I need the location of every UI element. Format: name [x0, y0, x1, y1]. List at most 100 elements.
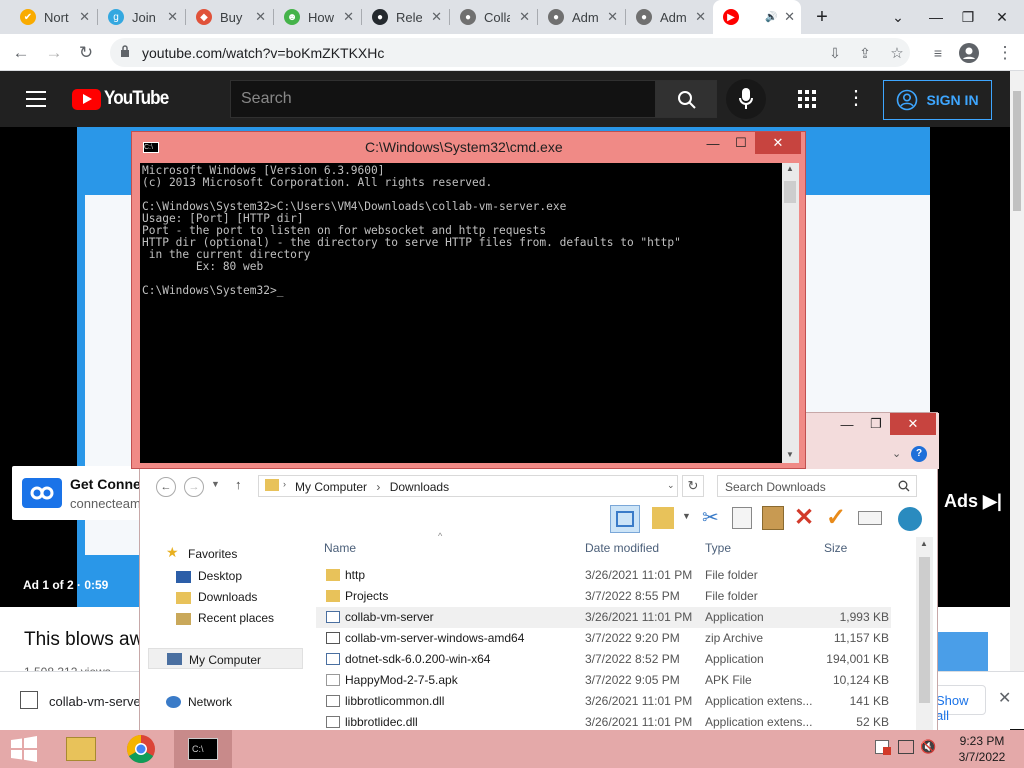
browser-tab[interactable]: ● Colla ✕	[450, 0, 536, 34]
tab-close-icon[interactable]: ✕	[695, 9, 706, 25]
file-list-scrollbar-thumb[interactable]	[919, 557, 930, 703]
tab-audio-icon[interactable]: 🔊	[765, 12, 777, 23]
cmd-console[interactable]: Microsoft Windows [Version 6.3.9600] (c) …	[140, 163, 782, 463]
new-tab-button[interactable]: +	[800, 0, 844, 34]
media-queue-icon[interactable]: ≡	[925, 40, 951, 66]
ad-promo-card[interactable]: Get Conne connecteam	[12, 466, 142, 520]
browser-tab[interactable]: ● Rele ✕	[362, 0, 448, 34]
cmd-minimize-button[interactable]: —	[698, 132, 728, 154]
forward-icon[interactable]: →	[41, 40, 67, 66]
close-downloads-icon[interactable]: ✕	[998, 688, 1011, 708]
recent-locations-icon[interactable]: ▼	[211, 479, 220, 489]
nav-downloads[interactable]: Downloads	[198, 590, 257, 604]
up-folder-icon[interactable]: ↑	[235, 477, 242, 492]
file-row[interactable]: libbrotlicommon.dll 3/26/2021 11:01 PM App…	[316, 691, 891, 712]
nav-desktop[interactable]: Desktop	[198, 569, 242, 583]
paste-icon[interactable]	[762, 506, 784, 530]
profile-icon[interactable]	[956, 40, 982, 66]
copy-icon[interactable]	[732, 507, 752, 529]
tab-close-icon[interactable]: ✕	[519, 9, 530, 25]
nav-network[interactable]: Network	[188, 695, 232, 709]
cut-icon[interactable]: ✂	[702, 505, 719, 530]
tab-close-icon[interactable]: ✕	[607, 9, 618, 25]
scrollbar-thumb[interactable]	[1013, 91, 1021, 211]
explorer-forward-button[interactable]: →	[184, 477, 204, 497]
page-scrollbar[interactable]	[1010, 71, 1024, 671]
file-row[interactable]: dotnet-sdk-6.0.200-win-x64 3/7/2022 8:52 …	[316, 649, 891, 670]
bookmark-star-icon[interactable]: ☆	[884, 40, 910, 66]
reload-icon[interactable]: ↻	[73, 40, 99, 66]
browser-tab[interactable]: ☻ How ✕	[274, 0, 360, 34]
taskbar-chrome[interactable]	[112, 730, 170, 768]
search-button[interactable]	[655, 80, 717, 118]
skip-ads-button[interactable]: Ads ▶|	[944, 491, 1002, 512]
taskbar-clock[interactable]: 9:23 PM 3/7/2022	[952, 733, 1012, 765]
taskbar-file-explorer[interactable]	[52, 730, 110, 768]
tab-close-icon[interactable]: ✕	[79, 9, 90, 25]
browser-tab[interactable]: ✔ Nort ✕	[10, 0, 96, 34]
volume-muted-icon[interactable]: 🔇	[920, 739, 936, 755]
download-item[interactable]: collab-vm-serve	[49, 694, 141, 709]
file-row[interactable]: Projects 3/7/2022 8:55 PM File folder	[316, 586, 891, 607]
file-row[interactable]: http 3/26/2021 11:01 PM File folder	[316, 565, 891, 586]
folder-options-icon[interactable]	[652, 507, 674, 529]
window-close-button[interactable]: ✕	[980, 0, 1024, 34]
address-bar[interactable]: youtube.com/watch?v=boKmZKTKXHc	[110, 38, 910, 67]
search-input[interactable]: Search	[230, 80, 656, 118]
browser-tab[interactable]: ● Adm ✕	[626, 0, 712, 34]
column-header-type[interactable]: Type	[705, 541, 731, 555]
ad-thumbnail[interactable]	[938, 632, 988, 672]
file-row[interactable]: collab-vm-server-windows-amd64 3/7/2022 9…	[316, 628, 891, 649]
cmd-scrollbar[interactable]: ▲ ▼	[782, 163, 799, 463]
browser-tab[interactable]: g Join ✕	[98, 0, 184, 34]
back-icon[interactable]: ←	[8, 40, 34, 66]
network-status-icon[interactable]	[898, 740, 914, 754]
tab-close-icon[interactable]: ✕	[167, 9, 178, 25]
install-icon[interactable]: ⇩	[822, 40, 848, 66]
cmd-scroll-down-icon[interactable]: ▼	[786, 450, 794, 459]
nav-my-computer-row[interactable]: My Computer	[148, 648, 303, 669]
cmd-scrollbar-thumb[interactable]	[784, 181, 796, 203]
folder-options-dropdown-icon[interactable]: ▼	[682, 511, 691, 521]
settings-more-icon[interactable]: ⋮	[846, 85, 866, 110]
cmd-maximize-button[interactable]: ☐	[728, 132, 754, 154]
explorer-maximize-button[interactable]: ❐	[862, 413, 890, 435]
column-header-date[interactable]: Date modified	[585, 541, 659, 555]
tab-close-icon[interactable]: ✕	[255, 9, 266, 25]
rename-icon[interactable]	[858, 511, 882, 525]
tab-close-icon[interactable]: ✕	[431, 9, 442, 25]
file-list-scrollbar[interactable]: ▲	[916, 537, 933, 733]
column-header-size[interactable]: Size	[824, 541, 847, 555]
file-row[interactable]: collab-vm-server 3/26/2021 11:01 PM Applic…	[316, 607, 891, 628]
file-row[interactable]: HappyMod-2-7-5.apk 3/7/2022 9:05 PM APK Fi…	[316, 670, 891, 691]
browser-tab[interactable]: ▶ 🔊 ✕	[713, 0, 801, 34]
start-button[interactable]	[0, 730, 48, 768]
nav-favorites[interactable]: Favorites	[188, 547, 237, 561]
breadcrumb-my-computer[interactable]: My Computer	[295, 480, 367, 494]
explorer-back-button[interactable]: ←	[156, 477, 176, 497]
scroll-up-icon[interactable]: ▲	[920, 539, 928, 548]
explorer-address-bar[interactable]: › My Computer › Downloads ⌄	[258, 475, 678, 497]
explorer-search-input[interactable]: Search Downloads	[717, 475, 917, 497]
ribbon-expand-icon[interactable]: ⌄	[892, 447, 901, 460]
browser-menu-icon[interactable]: ⋮	[992, 40, 1018, 66]
cmd-scroll-up-icon[interactable]: ▲	[786, 164, 794, 173]
preview-pane-icon[interactable]	[610, 505, 640, 533]
share-icon[interactable]: ⇪	[852, 40, 878, 66]
network-globe-icon[interactable]	[898, 507, 922, 531]
browser-tab[interactable]: ● Adm ✕	[538, 0, 624, 34]
action-center-icon[interactable]	[875, 740, 891, 755]
nav-recent-places[interactable]: Recent places	[198, 611, 274, 625]
breadcrumb-downloads[interactable]: Downloads	[390, 480, 449, 494]
voice-search-button[interactable]	[726, 79, 766, 119]
tab-close-icon[interactable]: ✕	[343, 9, 354, 25]
cmd-close-button[interactable]: ✕	[755, 132, 801, 154]
apps-grid-icon[interactable]	[798, 90, 816, 111]
properties-check-icon[interactable]: ✓	[826, 503, 846, 532]
address-history-icon[interactable]: ⌄	[667, 480, 675, 491]
sign-in-button[interactable]: SIGN IN	[883, 80, 992, 120]
help-icon[interactable]: ?	[911, 446, 927, 462]
explorer-minimize-button[interactable]: —	[833, 413, 861, 435]
delete-icon[interactable]: ✕	[794, 503, 814, 532]
explorer-close-button[interactable]: ✕	[890, 413, 936, 435]
